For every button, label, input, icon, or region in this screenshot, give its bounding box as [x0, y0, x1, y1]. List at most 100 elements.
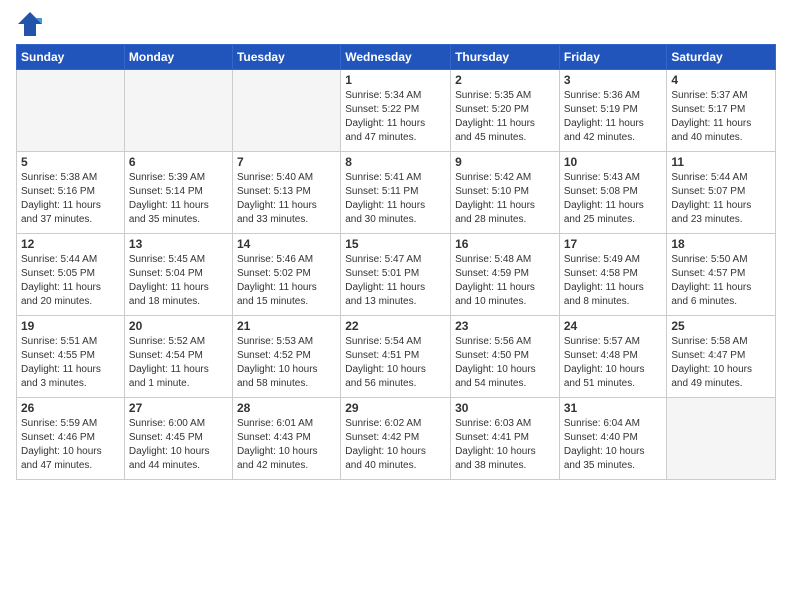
day-info: Sunrise: 5:56 AM Sunset: 4:50 PM Dayligh… — [455, 335, 555, 391]
day-number: 22 — [345, 319, 446, 333]
calendar-cell: 19Sunrise: 5:51 AM Sunset: 4:55 PM Dayli… — [17, 316, 125, 398]
day-info: Sunrise: 5:50 AM Sunset: 4:57 PM Dayligh… — [671, 253, 771, 309]
calendar-cell: 22 Sunrise: 5:54 AM Sunset: 4:51 PM Dayli… — [341, 316, 451, 398]
logo-icon — [16, 10, 44, 38]
day-info: Sunrise: 5:34 AM Sunset: 5:22 PM Dayligh… — [345, 89, 446, 145]
calendar-cell: 26 Sunrise: 5:59 AM Sunset: 4:46 PM Dayli… — [17, 398, 125, 480]
calendar-cell: 16 Sunrise: 5:48 AM Sunset: 4:59 PM Dayli… — [451, 234, 560, 316]
calendar-cell — [667, 398, 776, 480]
calendar-cell: 13 Sunrise: 5:45 AM Sunset: 5:04 PM Dayli… — [124, 234, 232, 316]
day-info: Sunrise: 6:03 AM Sunset: 4:41 PM Dayligh… — [455, 417, 555, 473]
day-number: 31 — [564, 401, 663, 415]
calendar-cell: 20Sunrise: 5:52 AM Sunset: 4:54 PM Dayli… — [124, 316, 232, 398]
day-number: 12 — [21, 237, 120, 251]
day-info: Sunrise: 5:58 AM Sunset: 4:47 PM Dayligh… — [671, 335, 771, 391]
day-number: 25 — [671, 319, 771, 333]
calendar-cell: 27Sunrise: 6:00 AM Sunset: 4:45 PM Dayli… — [124, 398, 232, 480]
weekday-header: Friday — [559, 45, 667, 70]
calendar-cell: 25 Sunrise: 5:58 AM Sunset: 4:47 PM Dayli… — [667, 316, 776, 398]
day-info: Sunrise: 6:02 AM Sunset: 4:42 PM Dayligh… — [345, 417, 446, 473]
calendar-cell: 15Sunrise: 5:47 AM Sunset: 5:01 PM Dayli… — [341, 234, 451, 316]
day-number: 13 — [129, 237, 228, 251]
calendar-cell: 31Sunrise: 6:04 AM Sunset: 4:40 PM Dayli… — [559, 398, 667, 480]
calendar-cell: 11 Sunrise: 5:44 AM Sunset: 5:07 PM Dayli… — [667, 152, 776, 234]
weekday-header: Tuesday — [232, 45, 340, 70]
weekday-header: Sunday — [17, 45, 125, 70]
day-number: 9 — [455, 155, 555, 169]
day-number: 26 — [21, 401, 120, 415]
calendar-cell: 6Sunrise: 5:39 AM Sunset: 5:14 PM Daylig… — [124, 152, 232, 234]
day-number: 15 — [345, 237, 446, 251]
day-info: Sunrise: 5:44 AM Sunset: 5:07 PM Dayligh… — [671, 171, 771, 227]
day-number: 8 — [345, 155, 446, 169]
weekday-header: Monday — [124, 45, 232, 70]
calendar-cell: 17 Sunrise: 5:49 AM Sunset: 4:58 PM Dayli… — [559, 234, 667, 316]
calendar-cell — [17, 70, 125, 152]
day-number: 2 — [455, 73, 555, 87]
logo — [16, 10, 48, 38]
day-info: Sunrise: 6:00 AM Sunset: 4:45 PM Dayligh… — [129, 417, 228, 473]
day-number: 5 — [21, 155, 120, 169]
day-number: 11 — [671, 155, 771, 169]
day-number: 4 — [671, 73, 771, 87]
day-info: Sunrise: 5:46 AM Sunset: 5:02 PM Dayligh… — [237, 253, 336, 309]
weekday-header-row: SundayMondayTuesdayWednesdayThursdayFrid… — [17, 45, 776, 70]
day-number: 17 — [564, 237, 663, 251]
day-number: 7 — [237, 155, 336, 169]
calendar-cell: 12 Sunrise: 5:44 AM Sunset: 5:05 PM Dayli… — [17, 234, 125, 316]
calendar-cell: 10Sunrise: 5:43 AM Sunset: 5:08 PM Dayli… — [559, 152, 667, 234]
day-info: Sunrise: 5:45 AM Sunset: 5:04 PM Dayligh… — [129, 253, 228, 309]
calendar-cell: 28Sunrise: 6:01 AM Sunset: 4:43 PM Dayli… — [232, 398, 340, 480]
weekday-header: Saturday — [667, 45, 776, 70]
calendar-cell: 3 Sunrise: 5:36 AM Sunset: 5:19 PM Daylig… — [559, 70, 667, 152]
day-info: Sunrise: 5:37 AM Sunset: 5:17 PM Dayligh… — [671, 89, 771, 145]
calendar-cell: 4 Sunrise: 5:37 AM Sunset: 5:17 PM Daylig… — [667, 70, 776, 152]
day-info: Sunrise: 5:51 AM Sunset: 4:55 PM Dayligh… — [21, 335, 120, 391]
day-info: Sunrise: 5:59 AM Sunset: 4:46 PM Dayligh… — [21, 417, 120, 473]
weekday-header: Thursday — [451, 45, 560, 70]
day-info: Sunrise: 5:53 AM Sunset: 4:52 PM Dayligh… — [237, 335, 336, 391]
calendar-cell: 24Sunrise: 5:57 AM Sunset: 4:48 PM Dayli… — [559, 316, 667, 398]
day-info: Sunrise: 5:39 AM Sunset: 5:14 PM Dayligh… — [129, 171, 228, 227]
day-number: 10 — [564, 155, 663, 169]
day-info: Sunrise: 5:44 AM Sunset: 5:05 PM Dayligh… — [21, 253, 120, 309]
calendar-container: SundayMondayTuesdayWednesdayThursdayFrid… — [0, 0, 792, 490]
day-info: Sunrise: 5:42 AM Sunset: 5:10 PM Dayligh… — [455, 171, 555, 227]
calendar-cell: 14 Sunrise: 5:46 AM Sunset: 5:02 PM Dayli… — [232, 234, 340, 316]
calendar-cell: 21 Sunrise: 5:53 AM Sunset: 4:52 PM Dayli… — [232, 316, 340, 398]
day-number: 20 — [129, 319, 228, 333]
day-info: Sunrise: 5:41 AM Sunset: 5:11 PM Dayligh… — [345, 171, 446, 227]
day-number: 28 — [237, 401, 336, 415]
day-number: 16 — [455, 237, 555, 251]
calendar-cell: 8 Sunrise: 5:41 AM Sunset: 5:11 PM Daylig… — [341, 152, 451, 234]
day-number: 1 — [345, 73, 446, 87]
calendar-cell: 18 Sunrise: 5:50 AM Sunset: 4:57 PM Dayli… — [667, 234, 776, 316]
calendar-week-row: 26 Sunrise: 5:59 AM Sunset: 4:46 PM Dayli… — [17, 398, 776, 480]
day-info: Sunrise: 5:40 AM Sunset: 5:13 PM Dayligh… — [237, 171, 336, 227]
calendar-cell: 2 Sunrise: 5:35 AM Sunset: 5:20 PM Daylig… — [451, 70, 560, 152]
day-number: 29 — [345, 401, 446, 415]
calendar-cell — [124, 70, 232, 152]
calendar-week-row: 5Sunrise: 5:38 AM Sunset: 5:16 PM Daylig… — [17, 152, 776, 234]
calendar-week-row: 19Sunrise: 5:51 AM Sunset: 4:55 PM Dayli… — [17, 316, 776, 398]
day-info: Sunrise: 5:57 AM Sunset: 4:48 PM Dayligh… — [564, 335, 663, 391]
day-number: 23 — [455, 319, 555, 333]
calendar-cell: 5Sunrise: 5:38 AM Sunset: 5:16 PM Daylig… — [17, 152, 125, 234]
day-info: Sunrise: 5:54 AM Sunset: 4:51 PM Dayligh… — [345, 335, 446, 391]
day-number: 18 — [671, 237, 771, 251]
calendar-cell: 7 Sunrise: 5:40 AM Sunset: 5:13 PM Daylig… — [232, 152, 340, 234]
calendar-week-row: 12 Sunrise: 5:44 AM Sunset: 5:05 PM Dayli… — [17, 234, 776, 316]
day-number: 3 — [564, 73, 663, 87]
day-number: 14 — [237, 237, 336, 251]
day-info: Sunrise: 5:35 AM Sunset: 5:20 PM Dayligh… — [455, 89, 555, 145]
day-info: Sunrise: 5:49 AM Sunset: 4:58 PM Dayligh… — [564, 253, 663, 309]
calendar-cell: 9 Sunrise: 5:42 AM Sunset: 5:10 PM Daylig… — [451, 152, 560, 234]
day-number: 21 — [237, 319, 336, 333]
day-info: Sunrise: 5:48 AM Sunset: 4:59 PM Dayligh… — [455, 253, 555, 309]
calendar-table: SundayMondayTuesdayWednesdayThursdayFrid… — [16, 44, 776, 480]
day-info: Sunrise: 5:36 AM Sunset: 5:19 PM Dayligh… — [564, 89, 663, 145]
calendar-cell — [232, 70, 340, 152]
calendar-week-row: 1 Sunrise: 5:34 AM Sunset: 5:22 PM Daylig… — [17, 70, 776, 152]
weekday-header: Wednesday — [341, 45, 451, 70]
header — [16, 10, 776, 38]
